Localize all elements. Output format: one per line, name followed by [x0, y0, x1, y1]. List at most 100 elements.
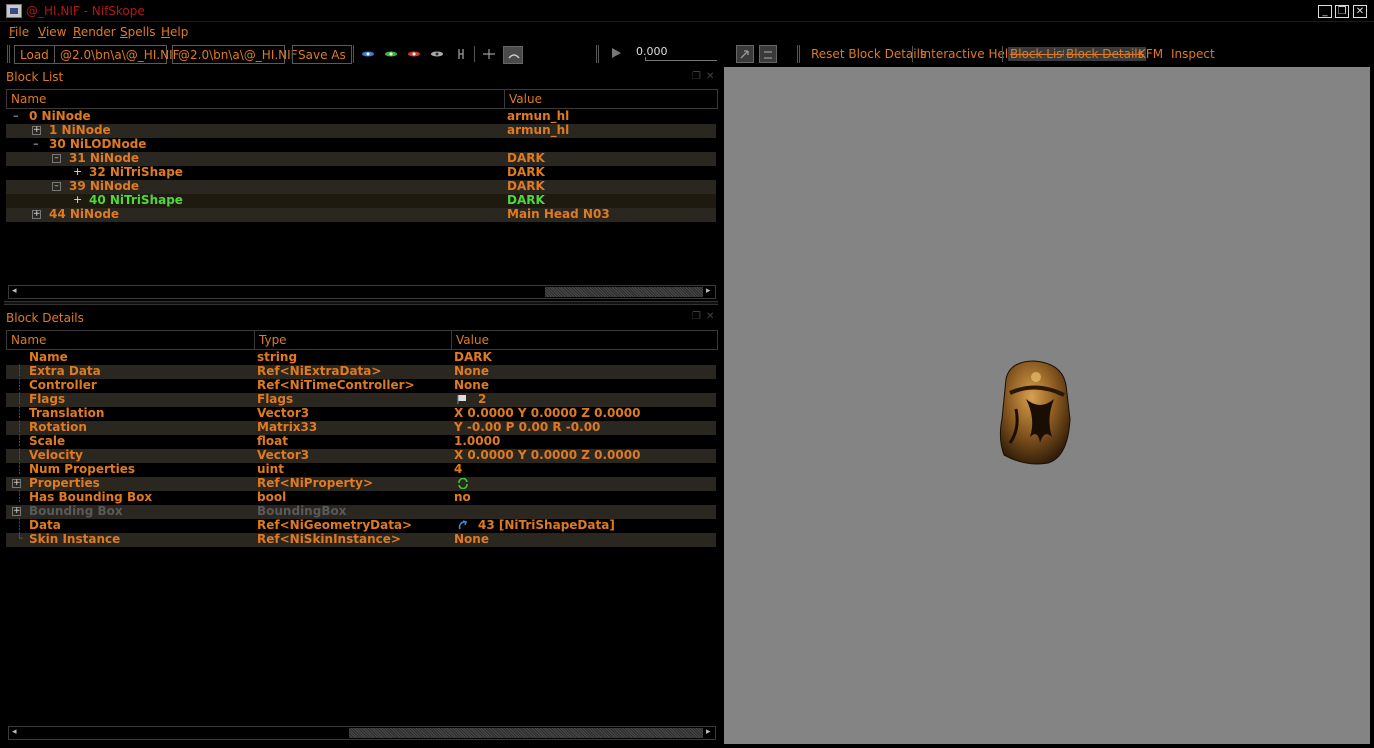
time-slider[interactable]: [645, 57, 717, 61]
minimize-icon[interactable]: _: [1318, 5, 1332, 18]
collapse-icon[interactable]: –: [52, 182, 61, 191]
collapse-icon[interactable]: –: [52, 154, 61, 163]
eye-gray-icon[interactable]: [430, 48, 444, 60]
menu-help[interactable]: Help: [161, 25, 188, 39]
menu-file[interactable]: File: [9, 25, 29, 39]
column-header-value[interactable]: Value: [452, 331, 717, 349]
float-icon[interactable]: ❐: [692, 311, 701, 322]
block-details-toggle[interactable]: Block Details: [1064, 47, 1146, 61]
detail-row[interactable]: + Properties Ref<NiProperty>: [6, 476, 716, 491]
tree-row-selected[interactable]: + 40 NiTriShape DARK: [6, 193, 716, 208]
detail-row[interactable]: ┊ Scale float 1.0000: [6, 434, 716, 449]
helmet-model[interactable]: [996, 359, 1074, 467]
toolbar-grip[interactable]: [797, 45, 800, 63]
expand-icon[interactable]: +: [73, 165, 82, 178]
detail-row[interactable]: ┊ Rotation Matrix33 Y -0.00 P 0.00 R -0.…: [6, 420, 716, 435]
tree-row[interactable]: – 31 NiNode DARK: [6, 151, 716, 166]
detail-row[interactable]: ┊ Controller Ref<NiTimeController> None: [6, 378, 716, 393]
switch-toggle[interactable]: [759, 45, 777, 63]
scroll-right-icon[interactable]: ▸: [706, 727, 711, 737]
block-details-hscrollbar[interactable]: ◂ ▸: [8, 726, 716, 740]
close-icon[interactable]: ✕: [706, 311, 714, 322]
scroll-thumb[interactable]: [349, 728, 703, 738]
column-header-name[interactable]: Name: [7, 90, 505, 108]
eye-red-icon[interactable]: [407, 48, 421, 60]
tree-row[interactable]: – 39 NiNode DARK: [6, 179, 716, 194]
save-as-button[interactable]: Save As: [292, 45, 352, 64]
detail-row[interactable]: ┊ Has Bounding Box bool no: [6, 490, 716, 505]
float-icon[interactable]: ❐: [692, 71, 701, 82]
field-value[interactable]: 4: [454, 462, 462, 476]
link-arrow-icon[interactable]: [457, 520, 469, 531]
scroll-right-icon[interactable]: ▸: [706, 286, 711, 296]
expand-icon[interactable]: +: [12, 507, 21, 516]
tree-row[interactable]: + 44 NiNode Main Head N03: [6, 207, 716, 222]
field-value[interactable]: 1.0000: [454, 434, 500, 448]
field-value[interactable]: 43 [NiTriShapeData]: [478, 518, 615, 532]
detail-row[interactable]: ┊ Flags Flags 2: [6, 392, 716, 407]
field-value[interactable]: None: [454, 532, 489, 546]
expand-icon[interactable]: +: [32, 210, 41, 219]
field-value[interactable]: None: [454, 364, 489, 378]
menu-view[interactable]: View: [38, 25, 66, 39]
eye-green-icon[interactable]: [384, 48, 398, 60]
tree-row[interactable]: + 32 NiTriShape DARK: [6, 165, 716, 180]
tree-row[interactable]: + 1 NiNode armun_hl: [6, 123, 716, 138]
field-value[interactable]: Y -0.00 P 0.00 R -0.00: [454, 420, 600, 434]
column-header-type[interactable]: Type: [255, 331, 452, 349]
block-list-toggle[interactable]: Block List: [1008, 47, 1070, 61]
kfm-toggle[interactable]: KFM: [1138, 47, 1163, 61]
detail-row[interactable]: ┊ Extra Data Ref<NiExtraData> None: [6, 364, 716, 379]
bones-icon[interactable]: [454, 48, 468, 60]
field-value[interactable]: DARK: [454, 350, 492, 364]
detail-row[interactable]: ┊ Data Ref<NiGeometryData> 43 [NiTriShap…: [6, 518, 716, 533]
load-button[interactable]: Load: [14, 45, 55, 64]
save-path-field[interactable]: @2.0\bn\a\@_HI.NIF: [172, 45, 298, 64]
menu-render[interactable]: Render: [73, 25, 116, 39]
field-value[interactable]: no: [454, 490, 471, 504]
field-value[interactable]: 2: [478, 392, 486, 406]
detail-row-disabled[interactable]: + Bounding Box BoundingBox: [6, 504, 716, 519]
column-header-value[interactable]: Value: [505, 90, 717, 108]
reset-block-details-button[interactable]: Reset Block Details: [811, 47, 926, 61]
load-path-field[interactable]: @2.0\bn\a\@_HI.NIF: [54, 45, 180, 64]
close-icon[interactable]: ✕: [1353, 5, 1367, 18]
tree-row[interactable]: – 30 NiLODNode: [6, 137, 716, 152]
tree-row[interactable]: – 0 NiNode armun_hl: [6, 109, 716, 124]
expand-icon[interactable]: +: [12, 479, 21, 488]
detail-row[interactable]: Name string DARK: [6, 350, 716, 365]
expand-icon[interactable]: +: [73, 193, 82, 206]
render-viewport[interactable]: [724, 67, 1370, 744]
scroll-thumb[interactable]: [545, 287, 703, 297]
expand-icon[interactable]: +: [32, 126, 41, 135]
tree-line: ┊: [16, 378, 23, 391]
close-icon[interactable]: ✕: [706, 71, 714, 82]
block-list-hscrollbar[interactable]: ◂ ▸: [8, 285, 716, 299]
collapse-icon[interactable]: –: [33, 137, 39, 150]
column-header-name[interactable]: Name: [7, 331, 255, 349]
field-value[interactable]: None: [454, 378, 489, 392]
lighting-toggle[interactable]: [503, 46, 523, 64]
toolbar-grip[interactable]: [7, 45, 10, 63]
loop-toggle[interactable]: [736, 45, 754, 63]
play-icon[interactable]: [609, 47, 623, 59]
scroll-left-icon[interactable]: ◂: [12, 286, 17, 296]
refresh-icon[interactable]: [457, 478, 469, 489]
eye-blue-icon[interactable]: [361, 48, 375, 60]
field-value[interactable]: X 0.0000 Y 0.0000 Z 0.0000: [454, 406, 640, 420]
field-value[interactable]: X 0.0000 Y 0.0000 Z 0.0000: [454, 448, 640, 462]
flags-icon[interactable]: [457, 394, 468, 404]
detail-row[interactable]: └ Skin Instance Ref<NiSkinInstance> None: [6, 532, 716, 547]
toolbar-grip[interactable]: [351, 45, 354, 63]
detail-row[interactable]: ┊ Num Properties uint 4: [6, 462, 716, 477]
panel-splitter[interactable]: [4, 301, 718, 305]
collapse-icon[interactable]: –: [13, 109, 19, 122]
inspect-toggle[interactable]: Inspect: [1171, 47, 1215, 61]
axes-icon[interactable]: [482, 48, 496, 60]
toolbar-grip[interactable]: [596, 45, 599, 63]
scroll-left-icon[interactable]: ◂: [12, 727, 17, 737]
detail-row[interactable]: ┊ Velocity Vector3 X 0.0000 Y 0.0000 Z 0…: [6, 448, 716, 463]
menu-spells[interactable]: Spells: [120, 25, 156, 39]
detail-row[interactable]: ┊ Translation Vector3 X 0.0000 Y 0.0000 …: [6, 406, 716, 421]
restore-icon[interactable]: ❐: [1335, 5, 1349, 18]
